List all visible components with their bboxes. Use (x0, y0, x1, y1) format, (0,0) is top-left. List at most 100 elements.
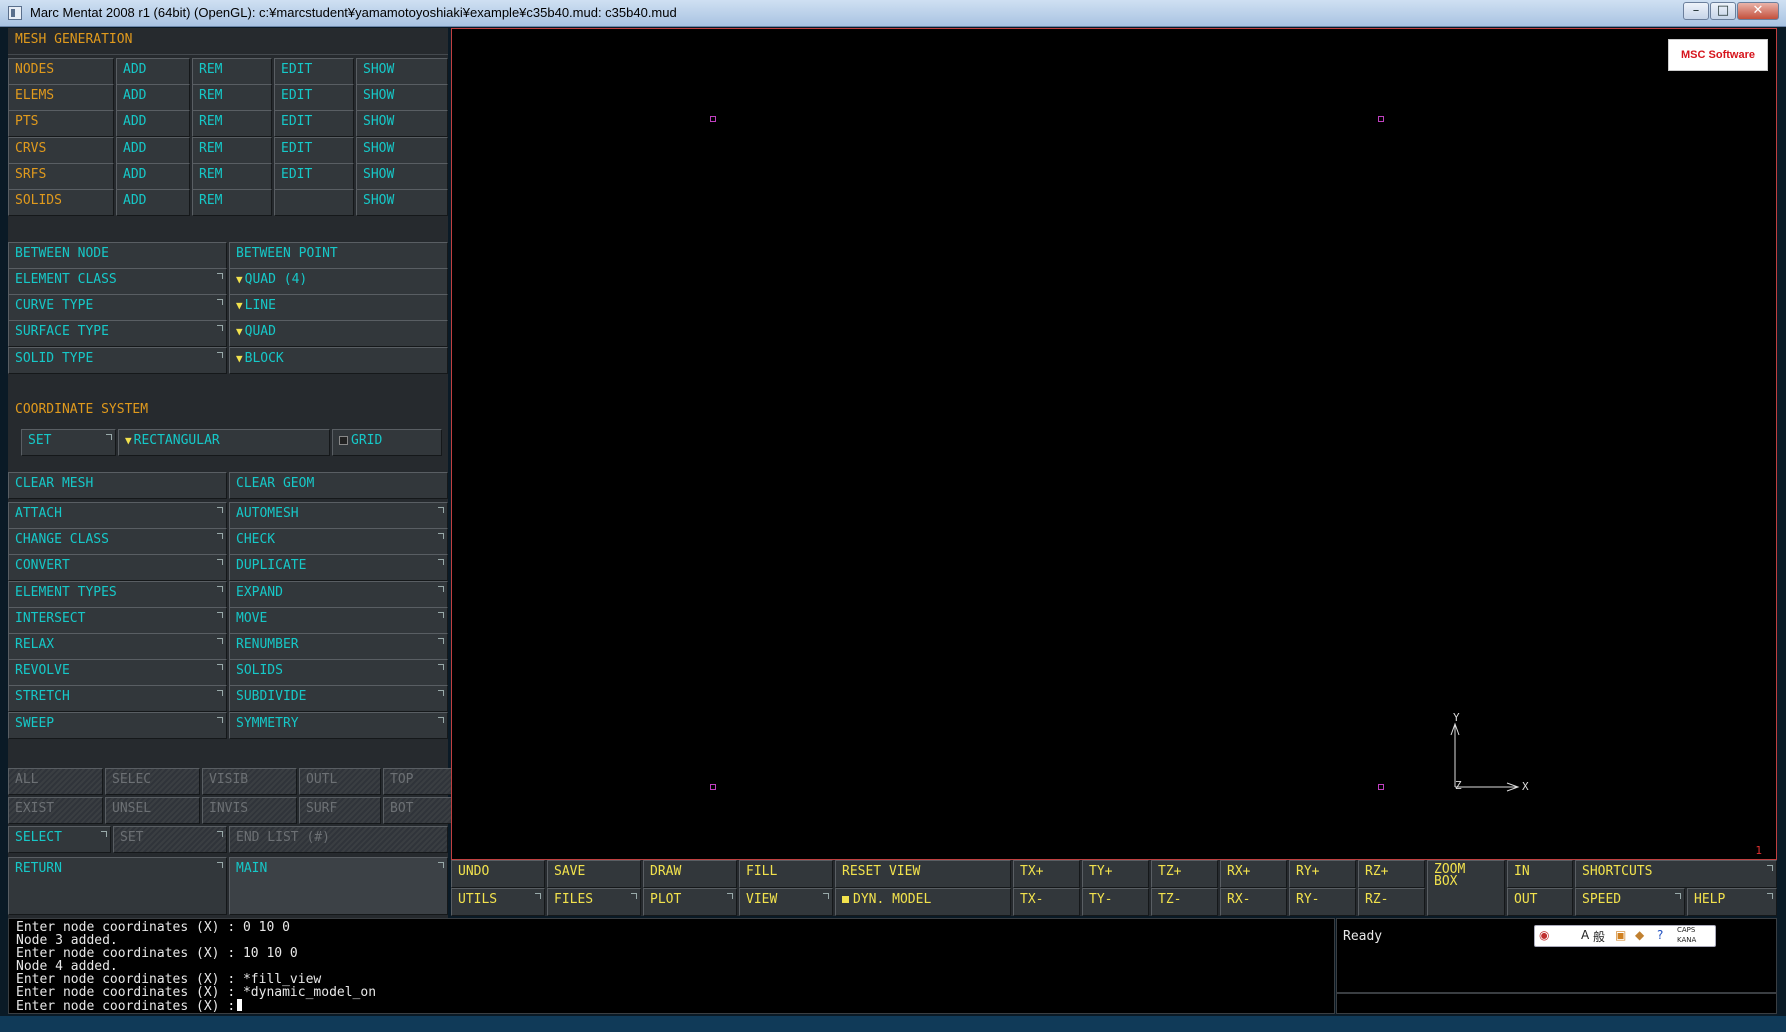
view-button[interactable]: VIEW (739, 888, 833, 916)
nodes-show-button[interactable]: SHOW (356, 58, 448, 85)
nodes-add-button[interactable]: ADD (116, 58, 190, 85)
minimize-button[interactable]: – (1683, 2, 1709, 20)
input-mode-kanji[interactable]: 般 (1593, 928, 1605, 945)
tx-plus-button[interactable]: TX+ (1013, 860, 1080, 888)
elems-show-button[interactable]: SHOW (356, 84, 448, 112)
sweep-button[interactable]: SWEEP (8, 711, 227, 739)
between-node-button[interactable]: BETWEEN NODE (8, 242, 227, 269)
tx-minus-button[interactable]: TX- (1013, 888, 1080, 916)
expand-button[interactable]: EXPAND (229, 580, 448, 608)
element-types-button[interactable]: ELEMENT TYPES (8, 580, 227, 608)
symmetry-button[interactable]: SYMMETRY (229, 711, 448, 739)
nodes-rem-button[interactable]: REM (192, 58, 272, 85)
zoom-out-button[interactable]: OUT (1507, 888, 1573, 916)
select-button[interactable]: SELECT (8, 826, 111, 853)
command-console[interactable]: Enter node coordinates (X) : 0 10 0 Node … (8, 918, 1335, 1014)
grid-toggle[interactable]: GRID (332, 429, 442, 456)
zoom-in-button[interactable]: IN (1507, 860, 1573, 888)
crvs-show-button[interactable]: SHOW (356, 136, 448, 164)
move-button[interactable]: MOVE (229, 606, 448, 634)
srfs-add-button[interactable]: ADD (116, 162, 190, 190)
fill-button[interactable]: FILL (739, 860, 833, 888)
speed-button[interactable]: SPEED (1575, 888, 1685, 916)
renumber-button[interactable]: RENUMBER (229, 633, 448, 660)
solids-add-button[interactable]: ADD (116, 189, 190, 216)
pts-add-button[interactable]: ADD (116, 110, 190, 138)
ime-icon[interactable]: ◉ (1539, 928, 1549, 942)
rx-plus-button[interactable]: RX+ (1220, 860, 1287, 888)
attach-button[interactable]: ATTACH (8, 502, 227, 529)
surface-type-select[interactable]: ▼ QUAD (229, 320, 448, 348)
srfs-edit-button[interactable]: EDIT (274, 162, 354, 190)
dyn-model-toggle[interactable]: DYN. MODEL (835, 888, 1011, 916)
element-class-button[interactable]: ELEMENT CLASS (8, 268, 227, 295)
ry-minus-button[interactable]: RY- (1289, 888, 1356, 916)
coord-type-select[interactable]: ▼ RECTANGULAR (118, 429, 330, 456)
plot-button[interactable]: PLOT (643, 888, 737, 916)
files-button[interactable]: FILES (547, 888, 641, 916)
reset-view-button[interactable]: RESET VIEW (835, 860, 1011, 888)
utils-button[interactable]: UTILS (451, 888, 545, 916)
solid-type-button[interactable]: SOLID TYPE (8, 346, 227, 374)
subdivide-button[interactable]: SUBDIVIDE (229, 685, 448, 713)
intersect-button[interactable]: INTERSECT (8, 606, 227, 634)
curve-type-button[interactable]: CURVE TYPE (8, 294, 227, 322)
tz-minus-button[interactable]: TZ- (1151, 888, 1218, 916)
input-mode-letter[interactable]: A (1581, 928, 1589, 942)
check-button[interactable]: CHECK (229, 528, 448, 556)
clear-geom-button[interactable]: CLEAR GEOM (229, 472, 448, 499)
graphics-viewport[interactable]: MSC Software Y X Z 1 (451, 28, 1777, 860)
revolve-button[interactable]: REVOLVE (8, 659, 227, 687)
tools-icon[interactable]: ◆ (1635, 928, 1644, 942)
ry-plus-button[interactable]: RY+ (1289, 860, 1356, 888)
ty-minus-button[interactable]: TY- (1082, 888, 1149, 916)
ty-plus-button[interactable]: TY+ (1082, 860, 1149, 888)
elems-edit-button[interactable]: EDIT (274, 84, 354, 112)
automesh-button[interactable]: AUTOMESH (229, 502, 448, 529)
draw-button[interactable]: DRAW (643, 860, 737, 888)
crvs-edit-button[interactable]: EDIT (274, 136, 354, 164)
solids-button[interactable]: SOLIDS (229, 659, 448, 687)
relax-button[interactable]: RELAX (8, 633, 227, 660)
curve-type-select[interactable]: ▼ LINE (229, 294, 448, 322)
save-button[interactable]: SAVE (547, 860, 641, 888)
undo-button[interactable]: UNDO (451, 860, 545, 888)
crvs-add-button[interactable]: ADD (116, 136, 190, 164)
between-point-button[interactable]: BETWEEN POINT (229, 242, 448, 269)
pts-show-button[interactable]: SHOW (356, 110, 448, 138)
language-bar[interactable]: ◉ A 般 ▣ ◆ ? CAPS KANA (1534, 925, 1716, 947)
solids-show-button[interactable]: SHOW (356, 189, 448, 216)
convert-button[interactable]: CONVERT (8, 554, 227, 582)
rz-minus-button[interactable]: RZ- (1358, 888, 1425, 916)
change-class-button[interactable]: CHANGE CLASS (8, 528, 227, 556)
duplicate-button[interactable]: DUPLICATE (229, 554, 448, 582)
tz-plus-button[interactable]: TZ+ (1151, 860, 1218, 888)
main-button[interactable]: MAIN (229, 857, 448, 915)
element-class-select[interactable]: ▼ QUAD (4) (229, 268, 448, 295)
elems-rem-button[interactable]: REM (192, 84, 272, 112)
surface-type-button[interactable]: SURFACE TYPE (8, 320, 227, 348)
pts-edit-button[interactable]: EDIT (274, 110, 354, 138)
help-icon[interactable]: ? (1657, 928, 1663, 942)
zoom-box-button[interactable]: ZOOM BOX (1427, 860, 1505, 916)
shortcuts-button[interactable]: SHORTCUTS (1575, 860, 1777, 888)
crvs-rem-button[interactable]: REM (192, 136, 272, 164)
solid-type-select[interactable]: ▼ BLOCK (229, 346, 448, 374)
srfs-rem-button[interactable]: REM (192, 162, 272, 190)
stretch-button[interactable]: STRETCH (8, 685, 227, 713)
solids-rem-button[interactable]: REM (192, 189, 272, 216)
nodes-edit-button[interactable]: EDIT (274, 58, 354, 85)
app-icon[interactable] (8, 6, 22, 20)
maximize-button[interactable]: □ (1710, 2, 1736, 20)
return-button[interactable]: RETURN (8, 857, 227, 915)
rz-plus-button[interactable]: RZ+ (1358, 860, 1425, 888)
srfs-show-button[interactable]: SHOW (356, 162, 448, 190)
dictionary-icon[interactable]: ▣ (1615, 928, 1626, 942)
elems-add-button[interactable]: ADD (116, 84, 190, 112)
rx-minus-button[interactable]: RX- (1220, 888, 1287, 916)
clear-mesh-button[interactable]: CLEAR MESH (8, 472, 227, 499)
coord-set-button[interactable]: SET (21, 429, 116, 456)
close-button[interactable]: ✕ (1737, 2, 1779, 20)
help-button[interactable]: HELP (1687, 888, 1777, 916)
pts-rem-button[interactable]: REM (192, 110, 272, 138)
